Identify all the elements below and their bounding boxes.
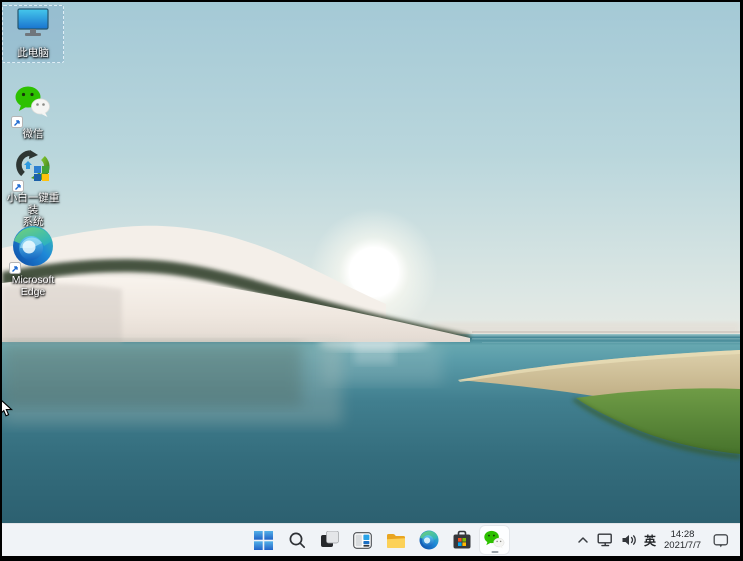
desktop-icon-xiaobai-reinstall[interactable]: 小白一键重装 系统 — [2, 146, 64, 232]
speaker-icon — [621, 533, 637, 547]
ime-language-indicator[interactable]: 英 — [644, 532, 656, 549]
search-icon — [288, 531, 306, 549]
volume-tray-icon[interactable] — [621, 533, 637, 547]
widgets-icon — [353, 532, 372, 549]
shortcut-arrow-icon — [11, 116, 23, 128]
search-button[interactable] — [282, 526, 311, 554]
running-app-indicator — [491, 551, 498, 554]
desktop-icon-this-pc[interactable]: 此电脑 — [2, 5, 64, 63]
notification-bubble-icon — [713, 533, 729, 548]
taskbar-center-buttons — [249, 524, 509, 556]
clock[interactable]: 14:28 2021/7/7 — [664, 529, 701, 552]
chevron-up-icon — [576, 534, 590, 546]
wechat-icon — [483, 530, 506, 551]
edge-icon — [12, 225, 54, 272]
taskbar: 英 14:28 2021/7/7 — [2, 523, 740, 556]
wallpaper-image — [2, 2, 740, 524]
edge-taskbar-button[interactable] — [414, 526, 443, 554]
desktop-icon-edge[interactable]: Microsoft Edge — [2, 222, 64, 302]
desktop-icon-label: Microsoft Edge — [12, 274, 55, 298]
xiaobai-reinstall-icon — [15, 149, 51, 190]
hidden-icons-chevron[interactable] — [576, 534, 590, 546]
this-pc-icon — [16, 8, 50, 45]
clock-date: 2021/7/7 — [664, 540, 701, 552]
edge-icon — [419, 530, 439, 550]
desktop[interactable]: 此电脑 微信 — [2, 2, 740, 556]
task-view-icon — [321, 531, 339, 549]
network-tray-icon[interactable] — [597, 533, 614, 547]
desktop-icon-label: 此电脑 — [17, 47, 49, 59]
desktop-icon-wechat[interactable]: 微信 — [2, 82, 64, 144]
clock-time: 14:28 — [671, 529, 695, 541]
system-tray: 英 14:28 2021/7/7 — [576, 524, 740, 556]
ethernet-network-icon — [597, 533, 614, 547]
desktop-icon-label: 微信 — [23, 128, 44, 140]
store-button[interactable] — [447, 526, 476, 554]
shortcut-arrow-icon — [9, 262, 21, 274]
windows-logo-icon — [254, 531, 273, 550]
wechat-icon — [14, 85, 52, 126]
wechat-taskbar-button[interactable] — [480, 526, 509, 554]
widgets-button[interactable] — [348, 526, 377, 554]
notification-center-button[interactable] — [713, 533, 729, 548]
task-view-button[interactable] — [315, 526, 344, 554]
file-explorer-button[interactable] — [381, 526, 410, 554]
start-button[interactable] — [249, 526, 278, 554]
shortcut-arrow-icon — [12, 180, 24, 192]
vm-desktop-capture: { "wallpaper": { "description": "Windows… — [0, 0, 743, 561]
folder-icon — [386, 532, 406, 549]
store-bag-icon — [452, 530, 472, 550]
